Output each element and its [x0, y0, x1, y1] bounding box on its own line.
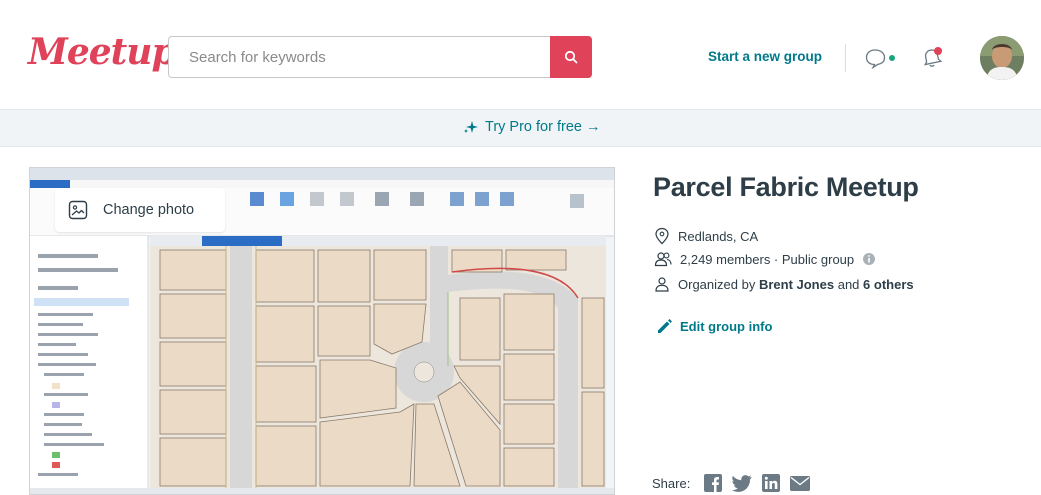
organizers-row: Organized by Brent Jones and 6 others: [654, 276, 914, 292]
facebook-icon[interactable]: [704, 474, 723, 492]
group-title: Parcel Fabric Meetup: [653, 172, 919, 202]
organized-prefix: Organized by: [678, 276, 756, 292]
organizer-icon: [655, 277, 669, 292]
organized-and: and: [837, 276, 860, 292]
members-icon: [654, 252, 672, 267]
change-photo-button[interactable]: Change photo: [55, 188, 225, 232]
members-text[interactable]: 2,249 members · Public group: [680, 252, 854, 267]
try-pro-link[interactable]: Try Pro for free →: [463, 119, 600, 135]
change-photo-label: Change photo: [103, 202, 195, 218]
sparkle-icon: [464, 121, 478, 133]
top-header: Meetup Start a new group: [0, 0, 1041, 110]
pro-banner: Try Pro for free →: [0, 110, 1041, 147]
notifications-icon[interactable]: [919, 45, 945, 71]
edit-group-info-label: Edit group info: [680, 318, 773, 334]
messages-icon[interactable]: [865, 47, 901, 69]
linkedin-icon[interactable]: [762, 474, 781, 492]
location-row: Redlands, CA: [654, 227, 758, 245]
share-row: Share:: [652, 474, 811, 492]
header-divider: [845, 44, 846, 72]
location-text: Redlands, CA: [678, 228, 759, 244]
other-organizers[interactable]: 6 others: [863, 277, 914, 292]
email-icon[interactable]: [790, 475, 811, 491]
pencil-icon: [658, 319, 672, 333]
search-input[interactable]: [169, 37, 551, 77]
search-button[interactable]: [550, 36, 592, 78]
search-icon: [564, 50, 578, 64]
info-icon[interactable]: [862, 252, 876, 266]
twitter-icon[interactable]: [732, 474, 752, 492]
start-new-group-link[interactable]: Start a new group: [708, 49, 822, 64]
meetup-logo[interactable]: Meetup: [28, 31, 177, 73]
members-row: 2,249 members · Public group: [654, 251, 876, 267]
location-pin-icon: [655, 227, 669, 245]
edit-group-info-link[interactable]: Edit group info: [656, 318, 772, 334]
share-label: Share:: [652, 475, 691, 491]
user-avatar[interactable]: [980, 36, 1024, 80]
search-bar: [168, 36, 592, 78]
organizer-name[interactable]: Brent Jones: [759, 277, 834, 292]
try-pro-text: Try Pro for free →: [485, 119, 601, 135]
image-icon: [68, 200, 88, 220]
